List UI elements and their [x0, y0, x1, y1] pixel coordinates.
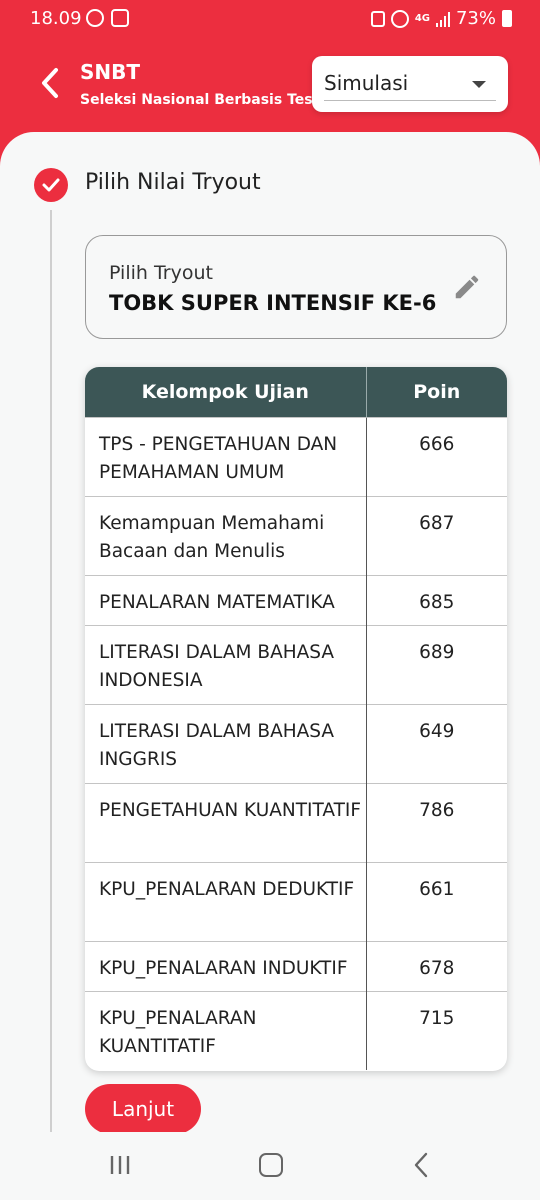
points-cell: 715 — [366, 990, 507, 1070]
exam-group-cell: KPU_PENALARAN INDUKTIF — [85, 940, 367, 991]
table-row: KPU_PENALARAN INDUKTIF 678 — [85, 940, 507, 991]
step-title: Pilih Nilai Tryout — [85, 170, 261, 195]
table-row: LITERASI DALAM BAHASA INDONESIA 689 — [85, 624, 507, 704]
points-cell: 689 — [366, 624, 507, 704]
system-nav-bar — [0, 1132, 540, 1200]
status-right: 4G 73% — [370, 8, 512, 29]
next-button[interactable]: Lanjut — [85, 1084, 201, 1134]
stepper-line — [50, 210, 52, 1132]
points-cell: 649 — [366, 703, 507, 783]
status-time: 18.09 — [30, 8, 82, 29]
select-underline — [324, 100, 496, 101]
page-subtitle: Seleksi Nasional Berbasis Tes — [80, 92, 313, 108]
home-icon[interactable] — [259, 1153, 283, 1177]
tryout-selector[interactable]: Pilih Tryout TOBK SUPER INTENSIF KE-6 — [85, 235, 507, 339]
score-table: Kelompok Ujian Poin TPS - PENGETAHUAN DA… — [85, 367, 507, 1071]
column-header-points: Poin — [366, 367, 507, 417]
column-header-exam-group: Kelompok Ujian — [85, 367, 367, 417]
page-title: SNBT — [80, 60, 141, 84]
tryout-label: Pilih Tryout — [109, 262, 213, 284]
edit-tryout-button[interactable] — [452, 272, 482, 302]
points-cell: 678 — [366, 940, 507, 991]
table-row: PENGETAHUAN KUANTITATIF 786 — [85, 782, 507, 862]
whatsapp-icon — [86, 9, 104, 27]
exam-group-cell: KPU_PENALARAN DEDUKTIF — [85, 861, 367, 941]
exam-group-cell: PENALARAN MATEMATIKA — [85, 574, 367, 625]
chevron-left-icon — [42, 68, 58, 98]
points-cell: 666 — [366, 416, 507, 496]
exam-group-cell: PENGETAHUAN KUANTITATIF — [85, 782, 367, 862]
alarm-icon — [390, 9, 409, 28]
tryout-value: TOBK SUPER INTENSIF KE-6 — [109, 291, 437, 315]
exam-group-cell: KPU_PENALARAN KUANTITATIF — [85, 990, 367, 1070]
network-type: 4G — [414, 12, 430, 24]
table-row: KPU_PENALARAN DEDUKTIF 661 — [85, 861, 507, 941]
alarm-app-icon — [370, 10, 385, 27]
status-bar: 18.09 4G 73% — [0, 0, 540, 40]
points-cell: 685 — [366, 574, 507, 625]
checkmark-icon — [42, 178, 60, 192]
pencil-icon — [455, 275, 479, 299]
exam-group-cell: LITERASI DALAM BAHASA INGGRIS — [85, 703, 367, 783]
exam-group-cell: Kemampuan Memahami Bacaan dan Menulis — [85, 495, 367, 575]
mode-select[interactable]: Simulasi — [312, 56, 508, 112]
back-button[interactable] — [36, 66, 66, 100]
app-notification-icon — [111, 9, 129, 27]
table-row: Kemampuan Memahami Bacaan dan Menulis 68… — [85, 495, 507, 575]
mode-select-value: Simulasi — [324, 71, 409, 95]
points-cell: 786 — [366, 782, 507, 862]
caret-down-icon — [472, 81, 486, 88]
nav-back-icon[interactable] — [412, 1152, 430, 1178]
points-cell: 661 — [366, 861, 507, 941]
table-row: TPS - PENGETAHUAN DAN PEMAHAMAN UMUM 666 — [85, 416, 507, 496]
signal-icon — [435, 11, 450, 27]
exam-group-cell: TPS - PENGETAHUAN DAN PEMAHAMAN UMUM — [85, 416, 367, 496]
battery-percent: 73% — [455, 8, 496, 29]
battery-icon — [502, 10, 512, 27]
table-row: LITERASI DALAM BAHASA INGGRIS 649 — [85, 703, 507, 783]
recents-icon[interactable] — [108, 1154, 132, 1176]
exam-group-cell: LITERASI DALAM BAHASA INDONESIA — [85, 624, 367, 704]
points-cell: 687 — [366, 495, 507, 575]
notification-icons — [86, 9, 129, 27]
table-row: KPU_PENALARAN KUANTITATIF 715 — [85, 990, 507, 1070]
table-row: PENALARAN MATEMATIKA 685 — [85, 574, 507, 625]
check-circle-icon — [34, 168, 68, 202]
